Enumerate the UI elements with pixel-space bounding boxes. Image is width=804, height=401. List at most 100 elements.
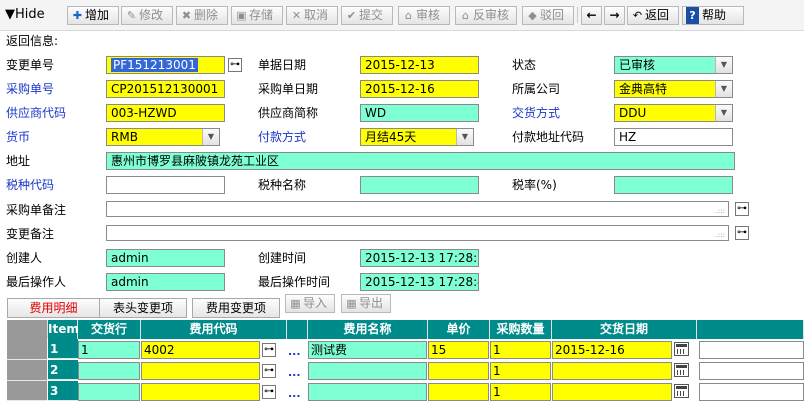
submit-button[interactable]: ✔ 提交 <box>341 6 393 25</box>
grid-cell-delivery-line[interactable] <box>78 362 140 380</box>
col-header-delivery-date[interactable]: 交货日期 <box>552 320 697 339</box>
change-no-field[interactable]: PF151213001 <box>106 56 225 74</box>
grid-cell-extra[interactable] <box>699 362 804 380</box>
payment-method-select[interactable]: 月结45天 ▼ <box>360 128 474 146</box>
grid-cell-fee-name[interactable] <box>308 383 427 401</box>
tab-fee-change[interactable]: 费用变更项 <box>192 298 280 318</box>
payment-method-label[interactable]: 付款方式 <box>258 130 306 144</box>
tax-rate-field[interactable] <box>614 176 733 194</box>
col-header-fee-code[interactable]: 费用代码 <box>141 320 287 339</box>
grid-cell-delivery-line[interactable] <box>78 383 140 401</box>
last-op-time-field[interactable]: 2015-12-13 17:28:40 <box>360 273 479 291</box>
unapprove-button[interactable]: ⌂ 反审核 <box>455 6 517 25</box>
resize-grip-icon[interactable]: .::: <box>716 232 725 239</box>
delivery-method-label[interactable]: 交货方式 <box>512 106 560 120</box>
return-button[interactable]: ↶ 返回 <box>627 6 679 25</box>
col-header-unit-price[interactable]: 单价 <box>428 320 490 339</box>
currency-label[interactable]: 货币 <box>6 130 30 144</box>
grid-cell-delivery-line[interactable]: 1 <box>78 341 140 359</box>
chevron-down-icon[interactable]: ▼ <box>715 57 732 73</box>
po-date-field[interactable]: 2015-12-16 <box>360 80 479 98</box>
approve-button[interactable]: ⌂ 审核 <box>398 6 450 25</box>
last-operator-label: 最后操作人 <box>6 275 67 289</box>
lookup-icon[interactable]: ⊶ <box>262 385 276 399</box>
save-button[interactable]: ▣ 存储 <box>231 6 283 25</box>
next-button[interactable]: → <box>604 6 625 25</box>
grid-cell-fee-code[interactable]: 4002 <box>141 341 260 359</box>
supplier-code-label[interactable]: 供应商代码 <box>6 106 66 120</box>
status-select[interactable]: 已审核 ▼ <box>614 56 733 74</box>
po-no-field[interactable]: CP201512130001 <box>106 80 225 98</box>
supplier-name-field[interactable]: WD <box>360 104 479 122</box>
col-header-delivery-line[interactable]: 交货行 <box>78 320 141 339</box>
export-button[interactable]: ▦ 导出 <box>341 294 391 313</box>
more-icon[interactable]: ... <box>288 367 301 378</box>
tab-header-change[interactable]: 表头变更项 <box>99 298 187 318</box>
grid-cell-fee-name[interactable]: 测试费 <box>308 341 427 359</box>
grid-cell-unit-price[interactable] <box>428 362 489 380</box>
grid-cell-delivery-date[interactable] <box>552 362 672 380</box>
delivery-method-select[interactable]: DDU ▼ <box>614 104 733 122</box>
hide-toggle[interactable]: ▼Hide <box>5 7 45 22</box>
lookup-icon[interactable]: ⊶ <box>735 226 749 240</box>
company-select[interactable]: 金典高特 ▼ <box>614 80 733 98</box>
col-header-fee-name[interactable]: 费用名称 <box>308 320 428 339</box>
lookup-icon[interactable]: ⊶ <box>228 58 242 72</box>
grid-cell-unit-price[interactable] <box>428 383 489 401</box>
change-remark-field[interactable]: .::: <box>106 225 729 241</box>
tax-code-label[interactable]: 税种代码 <box>6 178 54 192</box>
tax-name-field[interactable] <box>360 176 479 194</box>
pay-address-code-field[interactable]: HZ <box>614 128 733 146</box>
grid-cell-po-qty[interactable]: 1 <box>490 362 551 380</box>
create-time-field[interactable]: 2015-12-13 17:28:11 <box>360 249 479 267</box>
grid-cell-unit-price[interactable]: 15 <box>428 341 489 359</box>
address-field[interactable]: 惠州市博罗县麻陂镇龙苑工业区 <box>106 152 735 170</box>
po-remark-field[interactable]: .::: <box>106 201 729 217</box>
col-header-item[interactable]: Item <box>48 320 79 339</box>
calendar-icon[interactable] <box>674 342 689 356</box>
chevron-down-icon[interactable]: ▼ <box>715 81 732 97</box>
creator-field[interactable]: admin <box>106 249 225 267</box>
more-icon[interactable]: ... <box>288 346 301 357</box>
grid-cell-fee-name[interactable] <box>308 362 427 380</box>
grid-cell-delivery-date[interactable]: 2015-12-16 <box>552 341 672 359</box>
tab-fee-detail[interactable]: 费用明细 <box>7 298 100 318</box>
cancel-button[interactable]: ✕ 取消 <box>286 6 338 25</box>
import-button[interactable]: ▦ 导入 <box>285 294 335 313</box>
calendar-icon[interactable] <box>674 384 689 398</box>
more-icon[interactable]: ... <box>288 388 301 399</box>
currency-select[interactable]: RMB ▼ <box>106 128 220 146</box>
tax-code-field[interactable] <box>106 176 225 194</box>
lookup-icon[interactable]: ⊶ <box>735 202 749 216</box>
resize-grip-icon[interactable]: .::: <box>716 208 725 215</box>
grid-cell-delivery-date[interactable] <box>552 383 672 401</box>
calendar-icon[interactable] <box>674 363 689 377</box>
delete-button[interactable]: ✖ 删除 <box>176 6 228 25</box>
row-header-corner <box>7 320 48 339</box>
po-no-label[interactable]: 采购单号 <box>6 82 54 96</box>
doc-date-field[interactable]: 2015-12-13 <box>360 56 479 74</box>
grid-cell-fee-code[interactable] <box>141 383 260 401</box>
grid-cell-extra[interactable] <box>699 383 804 401</box>
row-header[interactable] <box>7 381 47 401</box>
cancel-icon: ✕ <box>291 9 302 22</box>
edit-button[interactable]: ✎ 修改 <box>121 6 173 25</box>
grid-cell-po-qty[interactable]: 1 <box>490 341 551 359</box>
lookup-icon[interactable]: ⊶ <box>262 364 276 378</box>
chevron-down-icon[interactable]: ▼ <box>715 105 732 121</box>
grid-cell-fee-code[interactable] <box>141 362 260 380</box>
help-button[interactable]: ? 帮助 <box>682 6 744 25</box>
chevron-down-icon[interactable]: ▼ <box>456 129 473 145</box>
lookup-icon[interactable]: ⊶ <box>262 343 276 357</box>
row-header[interactable] <box>7 360 47 381</box>
supplier-code-field[interactable]: 003-HZWD <box>106 104 225 122</box>
row-header[interactable] <box>7 339 47 360</box>
last-operator-field[interactable]: admin <box>106 273 225 291</box>
grid-cell-extra[interactable] <box>699 341 804 359</box>
chevron-down-icon[interactable]: ▼ <box>202 129 219 145</box>
prev-button[interactable]: ← <box>581 6 602 25</box>
reject-button[interactable]: ◆ 驳回 <box>522 6 574 25</box>
add-button[interactable]: ✚ 增加 <box>67 6 119 25</box>
grid-cell-po-qty[interactable]: 1 <box>490 383 551 401</box>
col-header-po-qty[interactable]: 采购数量 <box>490 320 552 339</box>
